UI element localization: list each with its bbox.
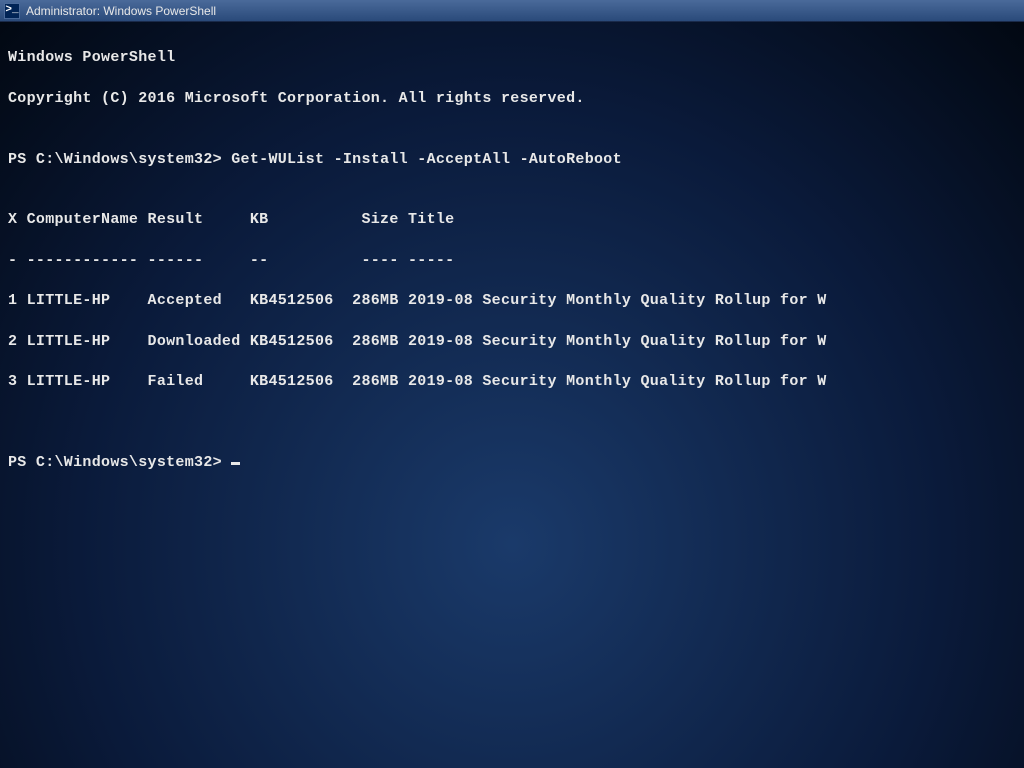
prompt-line: PS C:\Windows\system32> Get-WUList -Inst… (8, 150, 1016, 170)
powershell-window: >_ Administrator: Windows PowerShell Win… (0, 0, 1024, 768)
table-row: 2 LITTLE-HP Downloaded KB4512506 286MB 2… (8, 332, 1016, 352)
prompt-line[interactable]: PS C:\Windows\system32> (8, 453, 1016, 473)
window-title: Administrator: Windows PowerShell (26, 4, 216, 18)
ps-copyright-line: Copyright (C) 2016 Microsoft Corporation… (8, 89, 1016, 109)
powershell-icon-glyph: >_ (5, 5, 18, 16)
prompt-path: PS C:\Windows\system32> (8, 151, 231, 168)
table-header: X ComputerName Result KB Size Title (8, 210, 1016, 230)
command-text: Get-WUList -Install -AcceptAll -AutoRebo… (231, 151, 622, 168)
table-underline: - ------------ ------ -- ---- ----- (8, 251, 1016, 271)
ps-header-line: Windows PowerShell (8, 48, 1016, 68)
powershell-icon: >_ (4, 3, 20, 19)
cursor (231, 462, 240, 465)
table-row: 1 LITTLE-HP Accepted KB4512506 286MB 201… (8, 291, 1016, 311)
terminal-body[interactable]: Windows PowerShell Copyright (C) 2016 Mi… (0, 22, 1024, 768)
table-row: 3 LITTLE-HP Failed KB4512506 286MB 2019-… (8, 372, 1016, 392)
titlebar[interactable]: >_ Administrator: Windows PowerShell (0, 0, 1024, 22)
prompt-path: PS C:\Windows\system32> (8, 454, 231, 471)
